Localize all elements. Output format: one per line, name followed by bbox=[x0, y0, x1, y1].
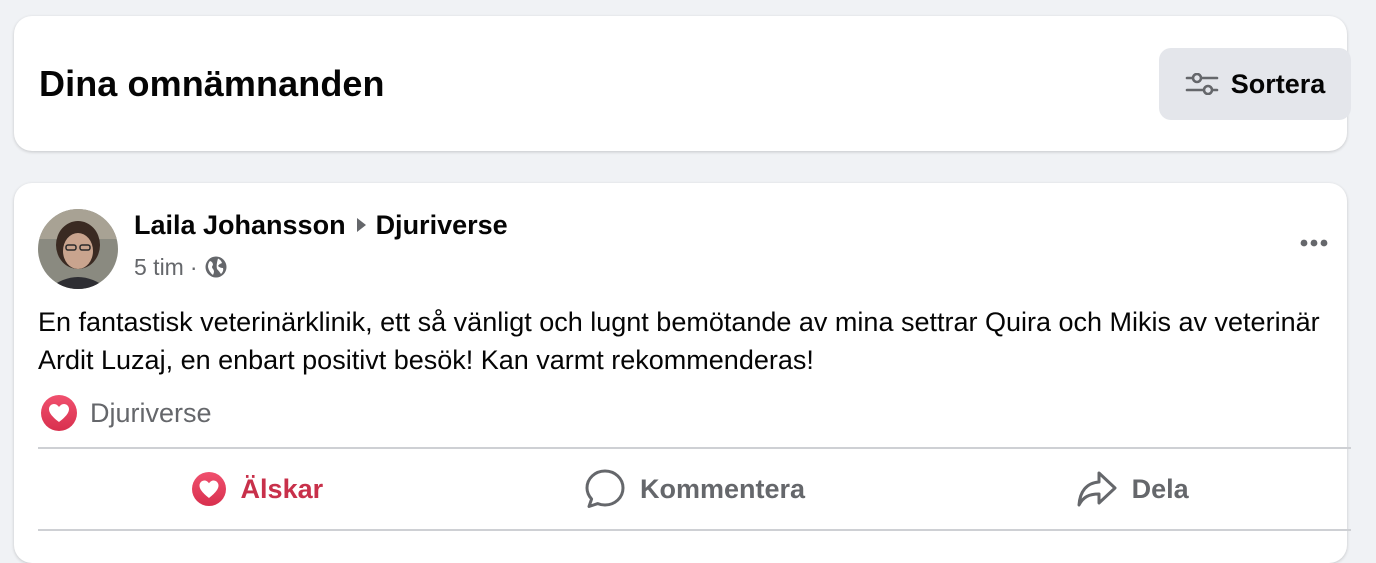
post-actions-bar: Älskar Kommentera Dela bbox=[38, 451, 1351, 527]
share-button-label: Dela bbox=[1131, 473, 1189, 504]
meta-separator: · bbox=[189, 254, 198, 280]
love-button[interactable]: Älskar bbox=[38, 451, 476, 527]
divider bbox=[38, 529, 1351, 531]
sliders-icon bbox=[1185, 73, 1219, 95]
heart-reaction-icon bbox=[41, 395, 77, 431]
share-button[interactable]: Dela bbox=[913, 451, 1351, 527]
page-title: Dina omnämnanden bbox=[39, 63, 385, 104]
share-arrow-icon bbox=[1077, 471, 1117, 507]
more-options-button[interactable] bbox=[1290, 223, 1338, 263]
page-name-link[interactable]: Djuriverse bbox=[376, 208, 508, 242]
love-button-label: Älskar bbox=[240, 473, 324, 504]
post-text: En fantastisk veterinärklinik, ett så vä… bbox=[38, 307, 1320, 375]
reactor-name: Djuriverse bbox=[90, 398, 212, 428]
comment-button[interactable]: Kommentera bbox=[476, 451, 914, 527]
author-name-link[interactable]: Laila Johansson bbox=[134, 208, 346, 242]
reaction-summary[interactable]: Djuriverse bbox=[40, 394, 212, 432]
heart-icon bbox=[191, 472, 226, 506]
post-meta: 5 tim · bbox=[134, 252, 228, 282]
avatar-photo bbox=[38, 209, 118, 289]
triangle-right-icon bbox=[356, 218, 366, 232]
divider bbox=[38, 447, 1351, 449]
comment-bubble-icon bbox=[585, 469, 625, 508]
post-header: Laila Johansson Djuriverse bbox=[134, 208, 508, 242]
sort-button-label: Sortera bbox=[1230, 68, 1326, 99]
mentions-header-card: Dina omnämnanden Sortera bbox=[14, 16, 1351, 151]
avatar[interactable] bbox=[38, 209, 118, 289]
comment-button-label: Kommentera bbox=[639, 473, 806, 504]
post-card: Laila Johansson Djuriverse 5 tim · En fa… bbox=[14, 183, 1351, 563]
globe-icon bbox=[205, 256, 227, 278]
sort-button[interactable]: Sortera bbox=[1159, 48, 1351, 120]
post-timestamp[interactable]: 5 tim bbox=[134, 252, 184, 282]
more-dots-icon bbox=[1300, 239, 1328, 247]
